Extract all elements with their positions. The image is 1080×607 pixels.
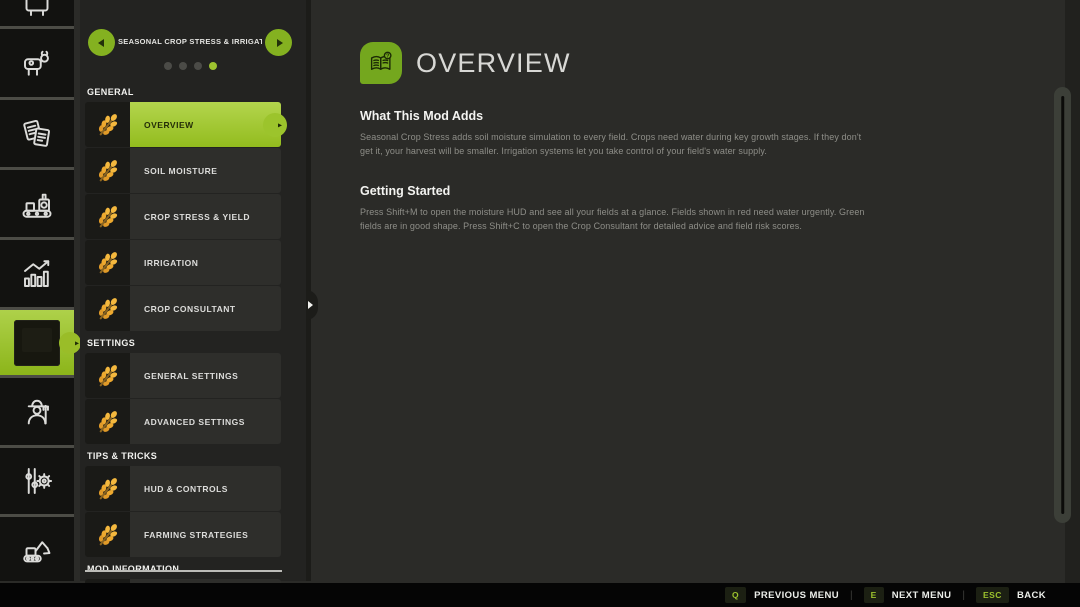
key-badge[interactable]: Q xyxy=(725,587,746,603)
sidebar-item-production[interactable] xyxy=(0,170,74,237)
menu-item-label: SOIL MOISTURE xyxy=(130,148,281,193)
wheat-icon xyxy=(85,399,130,444)
scrollbar[interactable] xyxy=(1054,87,1071,523)
arrow-left-icon xyxy=(98,39,104,47)
scrollbar-groove xyxy=(1061,96,1065,514)
menu-item-label: OVERVIEW xyxy=(130,102,281,147)
menu-item-label: CROP CONSULTANT xyxy=(130,286,281,331)
section-body: Seasonal Crop Stress adds soil moisture … xyxy=(360,130,865,159)
wheat-icon xyxy=(85,148,130,193)
menu-section-label-tips: TIPS & TRICKS xyxy=(87,451,306,461)
sidebar-item-mod-help[interactable]: ▸ xyxy=(0,310,74,375)
farmer-icon xyxy=(19,394,55,430)
menu-list-general: OVERVIEW ▸ SOIL MOISTURE CROP STRESS & Y… xyxy=(85,102,281,331)
partial-top-icon xyxy=(19,0,55,18)
sidebar-item-contracts[interactable] xyxy=(0,100,74,167)
sidebar-item-animals[interactable] xyxy=(0,29,74,97)
key-hint: | E NEXT MENU xyxy=(839,587,951,603)
wheat-icon xyxy=(85,194,130,239)
mod-carousel: SEASONAL CROP STRESS & IRRIGATION MA... xyxy=(80,0,306,80)
menu-item-label: ADVANCED SETTINGS xyxy=(130,399,281,444)
menu-item[interactable]: CROP STRESS & YIELD xyxy=(85,194,281,239)
hint-label: NEXT MENU xyxy=(892,590,952,601)
hint-label: BACK xyxy=(1017,590,1046,601)
help-content: OVERVIEW What This Mod Adds Seasonal Cro… xyxy=(360,42,880,234)
selected-item-arrow-icon: ▸ xyxy=(278,120,282,129)
sidebar-item-character[interactable] xyxy=(0,378,74,445)
menu-section-label-general: GENERAL xyxy=(87,87,306,97)
content-section: What This Mod Adds Seasonal Crop Stress … xyxy=(360,109,880,159)
content-section: Getting Started Press Shift+M to open th… xyxy=(360,184,880,234)
menu-item[interactable]: OVERVIEW ▸ xyxy=(85,102,281,147)
section-body: Press Shift+M to open the moisture HUD a… xyxy=(360,205,865,234)
section-heading: Getting Started xyxy=(360,184,880,198)
arrow-right-icon xyxy=(277,39,283,47)
key-hint: | Q PREVIOUS MENU xyxy=(725,587,839,603)
expand-arrow-icon xyxy=(308,301,313,309)
menu-item[interactable]: SOIL MOISTURE xyxy=(85,148,281,193)
hint-label: PREVIOUS MENU xyxy=(754,590,839,601)
page-title: OVERVIEW xyxy=(416,48,571,79)
carousel-dot[interactable] xyxy=(194,62,202,70)
wheat-icon xyxy=(85,286,130,331)
menu-list-tips: HUD & CONTROLS FARMING STRATEGIES xyxy=(85,466,281,557)
menu-item[interactable]: GENERAL SETTINGS xyxy=(85,353,281,398)
contracts-icon xyxy=(19,116,55,152)
section-heading: What This Mod Adds xyxy=(360,109,880,123)
menu-item-label: GENERAL SETTINGS xyxy=(130,353,281,398)
menu-section-label-modinfo: MOD INFORMATION xyxy=(87,564,306,574)
menu-item[interactable]: CROP CONSULTANT xyxy=(85,286,281,331)
wheat-icon xyxy=(85,240,130,285)
menu-item[interactable]: FARMING STRATEGIES xyxy=(85,512,281,557)
mod-help-icon xyxy=(14,320,60,366)
menu-item-label: CROP STRESS & YIELD xyxy=(130,194,281,239)
menu-list-settings: GENERAL SETTINGS ADVANCED SETTINGS xyxy=(85,353,281,444)
sidebar-item-settings[interactable] xyxy=(0,448,74,514)
sidebar-item-construction[interactable] xyxy=(0,517,74,581)
wheat-icon xyxy=(85,512,130,557)
wheat-icon xyxy=(85,353,130,398)
key-hint-bar: | Q PREVIOUS MENU | E NEXT MENU | ESC BA… xyxy=(0,583,1080,607)
hint-separator: | xyxy=(850,590,853,601)
content-sections: What This Mod Adds Seasonal Crop Stress … xyxy=(360,109,880,234)
excavator-icon xyxy=(19,531,55,567)
wheat-icon xyxy=(85,466,130,511)
carousel-dot[interactable] xyxy=(179,62,187,70)
menu-item-label: IRRIGATION xyxy=(130,240,281,285)
main-sidebar: ▸ xyxy=(0,0,74,581)
carousel-next-button[interactable] xyxy=(265,29,292,56)
wheat-icon xyxy=(85,102,130,147)
content-header: OVERVIEW xyxy=(360,42,880,84)
help-nav-panel: SEASONAL CROP STRESS & IRRIGATION MA... … xyxy=(80,0,306,581)
key-badge[interactable]: E xyxy=(864,587,884,603)
menu-item[interactable]: IRRIGATION xyxy=(85,240,281,285)
statistics-icon xyxy=(19,256,55,292)
production-icon xyxy=(19,186,55,222)
mod-help-screen: ▸ SEASONAL CROP STRESS & IRRIGATION MA..… xyxy=(0,0,1080,607)
menu-item-label: FARMING STRATEGIES xyxy=(130,512,281,557)
carousel-title: SEASONAL CROP STRESS & IRRIGATION MA... xyxy=(118,37,262,46)
cow-icon xyxy=(19,45,55,81)
book-question-icon xyxy=(360,42,402,84)
selected-arrow-icon: ▸ xyxy=(75,338,79,347)
sidebar-item-top-partial[interactable] xyxy=(0,0,74,26)
key-hint: | ESC BACK xyxy=(951,587,1046,603)
carousel-dot[interactable] xyxy=(209,62,217,70)
menu-item[interactable]: HUD & CONTROLS xyxy=(85,466,281,511)
carousel-dot[interactable] xyxy=(164,62,172,70)
sidebar-item-statistics[interactable] xyxy=(0,240,74,307)
menu-section-label-settings: SETTINGS xyxy=(87,338,306,348)
carousel-dots xyxy=(80,62,300,70)
panel-expand-notch[interactable] xyxy=(306,290,318,320)
carousel-prev-button[interactable] xyxy=(88,29,115,56)
panel-scroll-edge xyxy=(85,570,282,572)
settings-sliders-icon xyxy=(19,463,55,499)
menu-item[interactable]: ADVANCED SETTINGS xyxy=(85,399,281,444)
menu-item-label: HUD & CONTROLS xyxy=(130,466,281,511)
hint-separator: | xyxy=(962,590,965,601)
key-badge[interactable]: ESC xyxy=(976,587,1009,603)
